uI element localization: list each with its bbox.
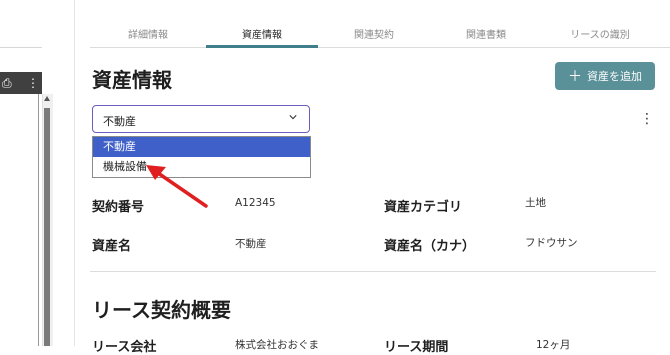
add-asset-button-label: 資産を追加	[587, 70, 642, 83]
panel-divider	[74, 0, 75, 346]
tab-bar-baseline	[90, 47, 670, 48]
kebab-menu-icon[interactable]: ⋮	[640, 112, 654, 126]
viewer-toolbar: ⎙ ⋮	[0, 72, 42, 94]
section-divider	[90, 271, 656, 272]
lease-period-value: 12ヶ月	[536, 339, 571, 351]
asset-category-label: 資産カテゴリ	[384, 200, 463, 215]
scrollbar-thumb[interactable]	[44, 108, 50, 346]
print-icon[interactable]: ⎙	[2, 72, 12, 94]
tab-asset-info[interactable]: 資産情報	[220, 26, 304, 46]
lease-overview-title: リース契約概要	[92, 298, 231, 322]
tab-related-contracts[interactable]: 関連契約	[334, 26, 414, 46]
dropdown-option-real-estate[interactable]: 不動産	[93, 137, 310, 157]
lessor-value: 株式会社おおぐま	[235, 339, 319, 351]
asset-name-value: 不動産	[235, 238, 267, 250]
active-tab-indicator	[206, 45, 318, 48]
contract-number-value: A12345	[235, 197, 276, 209]
asset-name-kana-value: フドウサン	[525, 237, 578, 249]
tab-lease-identification[interactable]: リースの識別	[555, 26, 645, 46]
document-page	[0, 94, 39, 346]
asset-name-kana-label: 資産名（カナ）	[384, 239, 476, 254]
asset-name-label: 資産名	[92, 239, 132, 254]
tab-details[interactable]: 詳細情報	[108, 26, 188, 46]
left-panel-divider	[0, 47, 42, 48]
contract-number-label: 契約番号	[92, 200, 145, 215]
annotation-arrow-icon	[146, 165, 208, 208]
more-options-icon[interactable]: ⋮	[27, 72, 39, 94]
asset-select[interactable]: 不動産	[92, 105, 310, 133]
asset-category-value: 土地	[525, 197, 546, 209]
scroll-up-arrow-icon[interactable]	[44, 96, 50, 101]
asset-select-value: 不動産	[103, 115, 136, 128]
add-asset-button[interactable]: ＋ 資産を追加	[555, 62, 655, 90]
page-title: 資産情報	[92, 68, 172, 92]
plus-icon: ＋	[568, 69, 582, 85]
chevron-down-icon	[289, 115, 297, 120]
tab-related-documents[interactable]: 関連書類	[446, 26, 526, 46]
